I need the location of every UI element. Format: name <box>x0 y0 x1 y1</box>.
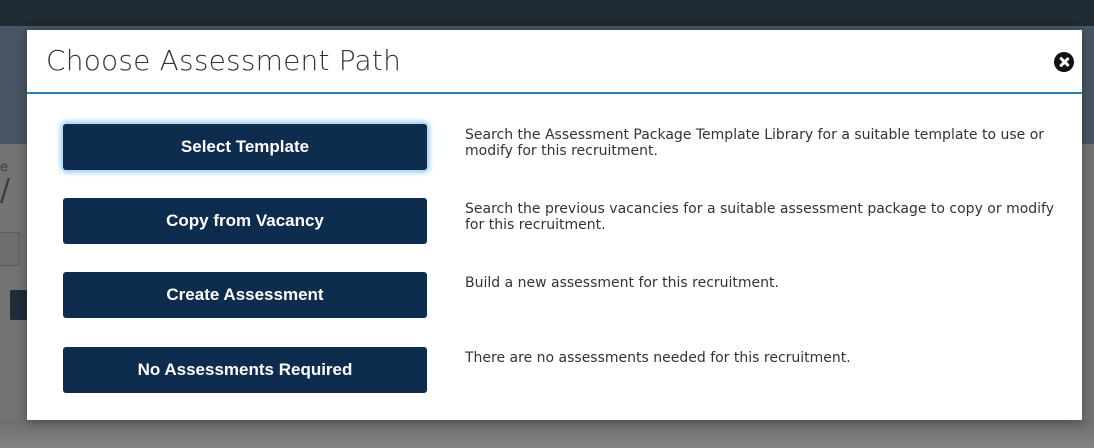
modal-title: Choose Assessment Path <box>46 44 402 77</box>
select-template-button[interactable]: Select Template <box>63 124 427 170</box>
create-assessment-button[interactable]: Create Assessment <box>63 272 427 318</box>
background-input-box <box>0 232 20 266</box>
close-icon[interactable] <box>1054 52 1074 72</box>
background-top-bar <box>0 0 1094 26</box>
create-assessment-description: Build a new assessment for this recruitm… <box>465 275 779 291</box>
select-template-description: Search the Assessment Package Template L… <box>465 127 1045 159</box>
copy-from-vacancy-button[interactable]: Copy from Vacancy <box>63 198 427 244</box>
choose-assessment-path-modal: Choose Assessment Path Select Template S… <box>27 30 1082 420</box>
modal-header: Choose Assessment Path <box>27 30 1082 94</box>
background-button <box>10 290 28 320</box>
copy-from-vacancy-description: Search the previous vacancies for a suit… <box>465 201 1055 233</box>
background-footer <box>0 420 1094 448</box>
no-assessments-required-button[interactable]: No Assessments Required <box>63 347 427 393</box>
background-field-value: / <box>0 173 11 208</box>
no-assessments-required-description: There are no assessments needed for this… <box>465 350 851 366</box>
